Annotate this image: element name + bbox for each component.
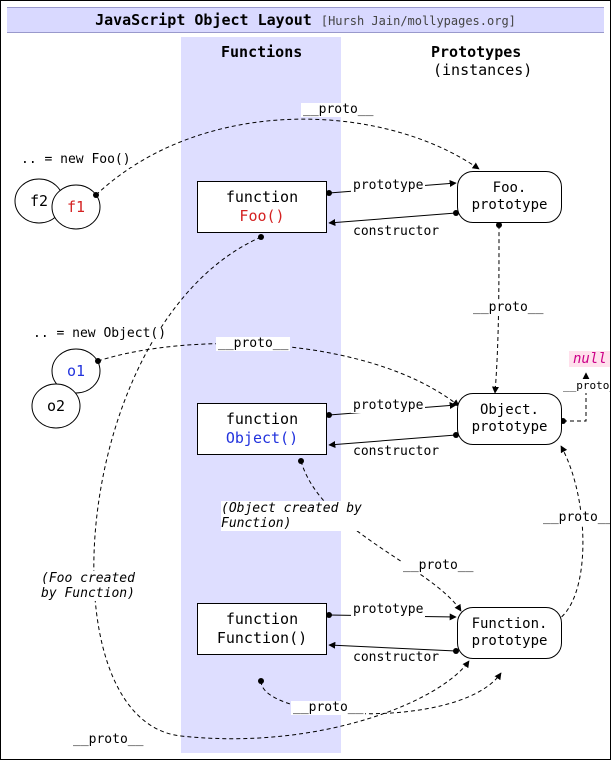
edge-proto-f1: __proto__ — [301, 103, 375, 117]
diagram-stage: JavaScript Object Layout [Hursh Jain/mol… — [0, 0, 611, 760]
prototypes-subheader: (instances) — [433, 61, 532, 79]
edge-proto-null: __proto__ — [561, 379, 611, 393]
object-prototype-l2: prototype — [472, 419, 548, 435]
edge-proto-foo-fn: __proto__ — [71, 733, 145, 747]
edge-prototype-object: prototype — [351, 399, 425, 413]
note-foo-created: (Foo createdby Function) — [41, 571, 151, 601]
edge-proto-foo-obj: __proto__ — [471, 301, 545, 315]
null-terminal: null — [569, 351, 611, 367]
prototypes-header: Prototypes — [431, 43, 521, 61]
function-object-box: function Object() — [197, 403, 327, 455]
function-foo-name: Foo() — [239, 207, 284, 225]
edge-prototype-function: prototype — [351, 603, 425, 617]
function-keyword: function — [226, 410, 298, 428]
function-prototype-box: Function. prototype — [457, 607, 562, 659]
edge-prototype-foo: prototype — [351, 179, 425, 193]
function-function-box: function Function() — [197, 603, 327, 655]
edge-constructor-object: constructor — [351, 445, 441, 459]
function-function-name: Function() — [217, 629, 307, 647]
instance-f2: f2 — [27, 192, 51, 210]
note-object-created: (Object created byFunction) — [221, 501, 381, 531]
object-prototype-l1: Object. — [480, 402, 539, 418]
title-attribution: [Hursh Jain/mollypages.org] — [321, 14, 516, 28]
foo-prototype-box: Foo. prototype — [457, 171, 562, 223]
function-prototype-l2: prototype — [472, 633, 548, 649]
foo-prototype-l1: Foo. — [493, 180, 527, 196]
edge-constructor-function: constructor — [351, 651, 441, 665]
object-prototype-box: Object. prototype — [457, 393, 562, 445]
edge-proto-fn-obj: __proto__ — [541, 511, 611, 525]
instance-o1: o1 — [64, 362, 88, 380]
edge-proto-fn-self: __proto__ — [291, 701, 365, 715]
foo-prototype-l2: prototype — [472, 197, 548, 213]
function-object-name: Object() — [226, 429, 298, 447]
functions-header: Functions — [221, 43, 302, 61]
instance-o2: o2 — [44, 397, 68, 415]
title-text: JavaScript Object Layout — [95, 11, 312, 29]
instance-f1: f1 — [64, 198, 88, 216]
function-keyword: function — [226, 188, 298, 206]
new-object-label: .. = new Object() — [31, 327, 168, 341]
new-foo-label: .. = new Foo() — [19, 153, 133, 167]
edge-proto-o1: __proto__ — [216, 337, 290, 351]
title-bar: JavaScript Object Layout [Hursh Jain/mol… — [7, 7, 604, 33]
function-prototype-l1: Function. — [472, 616, 548, 632]
function-foo-box: function Foo() — [197, 181, 327, 233]
edge-constructor-foo: constructor — [351, 225, 441, 239]
edge-proto-obj-fn: __proto__ — [401, 559, 475, 573]
function-keyword: function — [226, 610, 298, 628]
